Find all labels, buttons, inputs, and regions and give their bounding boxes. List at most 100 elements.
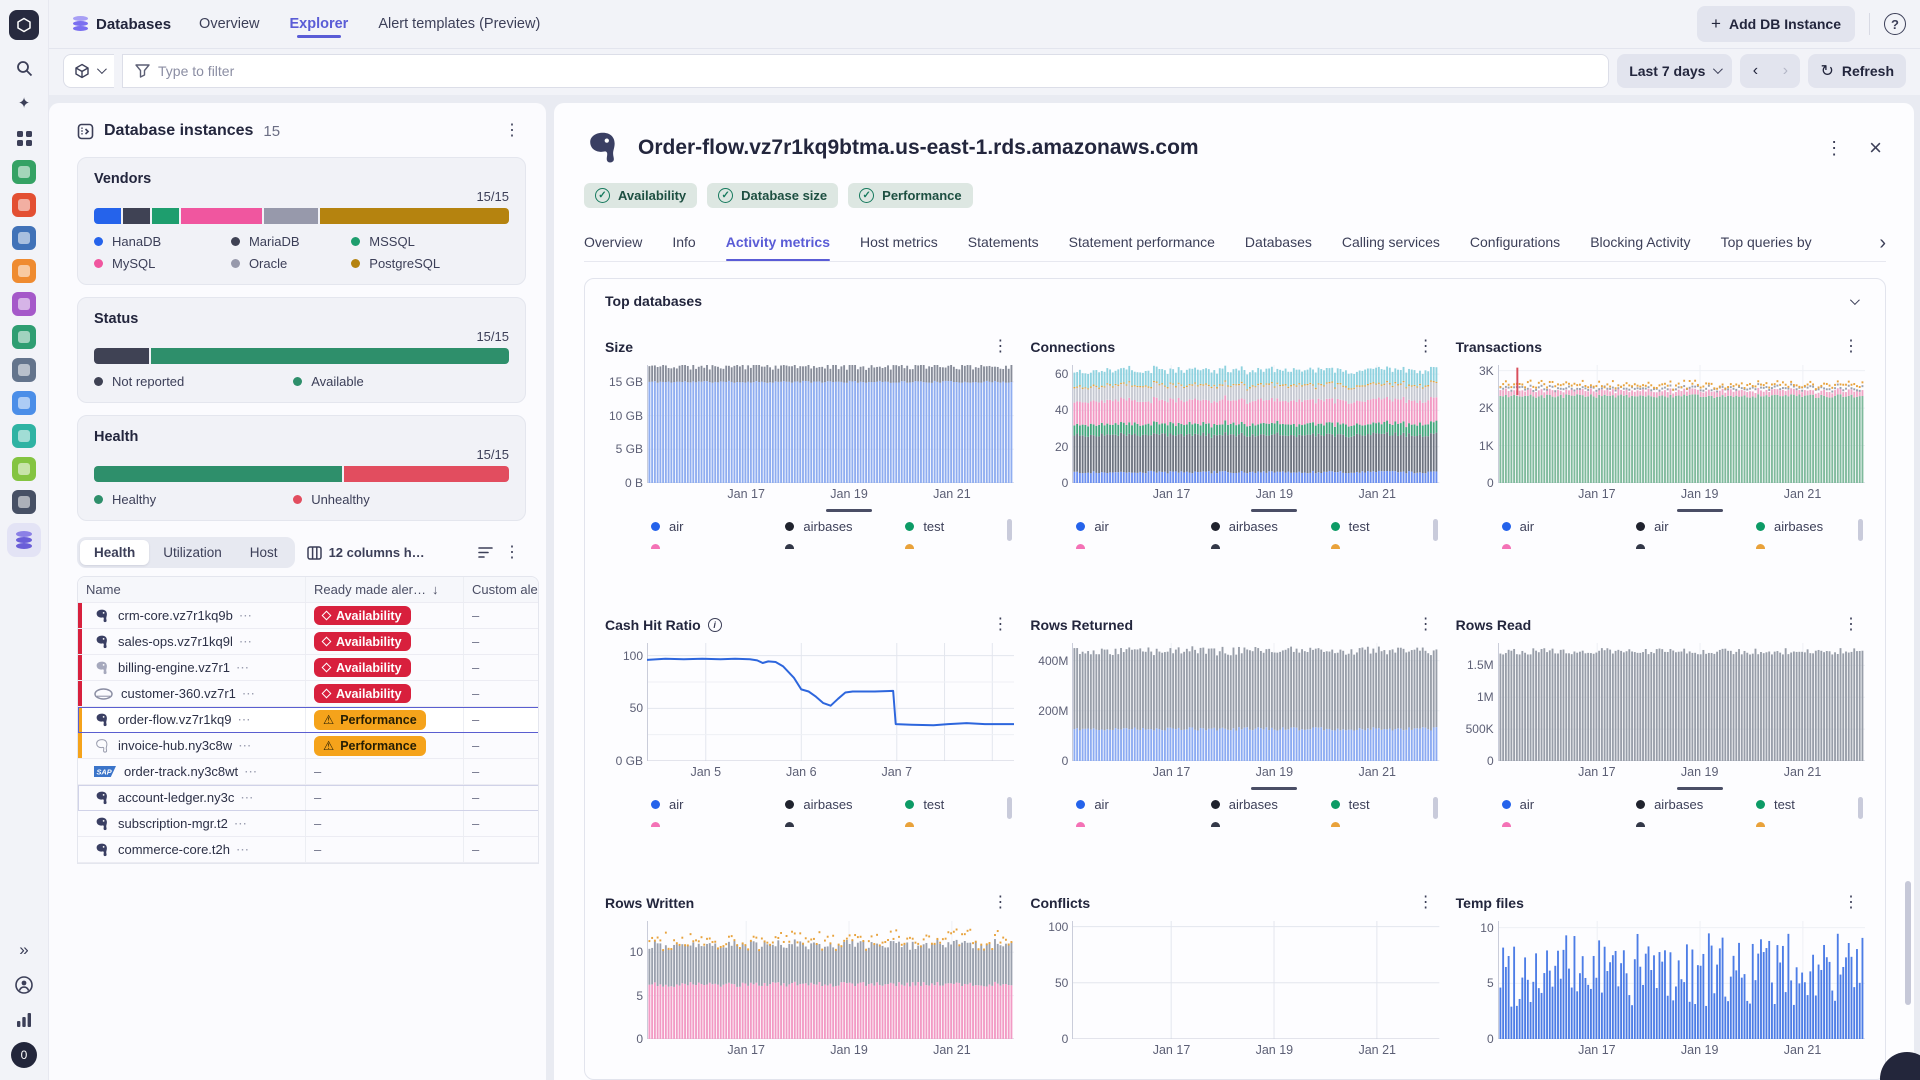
legend-scrollbar[interactable] [1433, 519, 1438, 541]
legend-item-test[interactable]: test [1756, 797, 1865, 812]
rail-app-databases-active[interactable] [7, 523, 41, 557]
app-icon-5[interactable] [12, 292, 36, 316]
drawer-tab-databases[interactable]: Databases [1245, 226, 1312, 261]
account-icon[interactable] [11, 972, 37, 998]
legend-item-clipped[interactable] [785, 544, 905, 549]
app-icon-8[interactable] [12, 391, 36, 415]
legend-item-test[interactable]: test [905, 519, 1014, 534]
plot-canvas[interactable] [1498, 643, 1865, 761]
legend-item-test[interactable]: test [1331, 797, 1440, 812]
legend-scrollbar[interactable] [1007, 797, 1012, 819]
drawer-tab-info[interactable]: Info [672, 226, 695, 261]
legend-scrollbar[interactable] [1858, 797, 1863, 819]
table-tab-host[interactable]: Host [236, 540, 292, 565]
app-icon-4[interactable] [12, 259, 36, 283]
row-actions-menu[interactable]: ⋯ [238, 738, 252, 754]
chart-kebab-menu[interactable]: ⋮ [986, 615, 1014, 635]
legend-item-clipped[interactable] [1331, 544, 1440, 549]
legend-item-clipped[interactable] [1756, 544, 1865, 549]
legend-scrollbar[interactable] [1007, 519, 1012, 541]
column-header-name[interactable]: Name [78, 577, 306, 602]
chart-kebab-menu[interactable]: ⋮ [1412, 337, 1440, 357]
panel-kebab-menu[interactable]: ⋮ [498, 121, 526, 141]
legend-item-clipped[interactable] [1756, 822, 1865, 827]
drawer-tab-host-metrics[interactable]: Host metrics [860, 226, 938, 261]
table-row[interactable]: customer-360.vz7r1⋯Availability– [78, 681, 539, 707]
plot-scroll-indicator[interactable] [1251, 787, 1297, 790]
search-icon[interactable] [11, 55, 37, 81]
plot-canvas[interactable] [647, 921, 1014, 1039]
legend-item-air[interactable]: air [1636, 519, 1756, 534]
app-icon-7[interactable] [12, 358, 36, 382]
row-actions-menu[interactable]: ⋯ [239, 634, 253, 650]
row-actions-menu[interactable]: ⋯ [239, 608, 253, 624]
app-icon-3[interactable] [12, 226, 36, 250]
table-row[interactable]: billing-engine.vz7r1⋯Availability– [78, 655, 539, 681]
app-icon-9[interactable] [12, 424, 36, 448]
legend-item-clipped[interactable] [1502, 822, 1636, 827]
close-icon[interactable]: × [1865, 135, 1886, 161]
brand[interactable]: Databases [73, 16, 171, 33]
app-icon-10[interactable] [12, 457, 36, 481]
filter-input[interactable] [158, 63, 1596, 79]
table-row[interactable]: account-ledger.ny3c⋯–– [78, 785, 539, 811]
row-actions-menu[interactable]: ⋯ [237, 712, 251, 728]
nav-tab-alert-templates-preview-[interactable]: Alert templates (Preview) [376, 2, 542, 46]
chart-kebab-menu[interactable]: ⋮ [1837, 893, 1865, 913]
table-row[interactable]: order-flow.vz7r1kq9⋯⚠Performance– [78, 707, 539, 733]
info-icon[interactable]: i [708, 618, 722, 632]
drawer-kebab-menu[interactable]: ⋮ [1819, 137, 1849, 159]
table-row[interactable]: sales-ops.vz7r1kq9l⋯Availability– [78, 629, 539, 655]
plot-canvas[interactable] [1498, 921, 1865, 1039]
plot-canvas[interactable] [1498, 365, 1865, 483]
table-kebab-menu[interactable]: ⋮ [498, 543, 526, 563]
legend-item-clipped[interactable] [1636, 544, 1756, 549]
drawer-tab-top-queries-by[interactable]: Top queries by [1721, 226, 1812, 261]
legend-item-airbases[interactable]: airbases [785, 519, 905, 534]
legend-item-air[interactable]: air [1076, 519, 1210, 534]
legend-item-air[interactable]: air [651, 797, 785, 812]
legend-item-airbases[interactable]: airbases [1211, 797, 1331, 812]
legend-item-clipped[interactable] [1502, 544, 1636, 549]
legend-item-clipped[interactable] [1076, 822, 1210, 827]
sparkles-icon[interactable]: ✦ [11, 90, 37, 116]
app-icon-2[interactable] [12, 193, 36, 217]
sort-lines-icon[interactable] [478, 546, 494, 559]
apps-grid-icon[interactable] [11, 125, 37, 151]
notification-count-badge[interactable]: 0 [11, 1042, 37, 1068]
row-actions-menu[interactable]: ⋯ [244, 764, 258, 780]
legend-item-clipped[interactable] [905, 544, 1014, 549]
time-forward-button[interactable]: › [1770, 54, 1800, 88]
app-icon-1[interactable] [12, 160, 36, 184]
table-row[interactable]: subscription-mgr.t2⋯–– [78, 811, 539, 837]
legend-item-airbases[interactable]: airbases [1636, 797, 1756, 812]
category-badge-performance[interactable]: ✓Performance [848, 183, 972, 208]
scope-selector[interactable] [63, 54, 114, 88]
drawer-scrollbar[interactable] [1905, 881, 1911, 1005]
chart-kebab-menu[interactable]: ⋮ [986, 337, 1014, 357]
legend-item-test[interactable]: test [1331, 519, 1440, 534]
legend-item-clipped[interactable] [1211, 822, 1331, 827]
help-icon[interactable]: ? [1884, 13, 1906, 35]
table-tab-health[interactable]: Health [80, 540, 149, 565]
plot-scroll-indicator[interactable] [1251, 509, 1297, 512]
drawer-tab-overview[interactable]: Overview [584, 226, 642, 261]
table-row[interactable]: SAPorder-track.ny3c8wt⋯–– [78, 759, 539, 785]
legend-item-air[interactable]: air [1076, 797, 1210, 812]
legend-item-clipped[interactable] [1331, 822, 1440, 827]
plot-scroll-indicator[interactable] [1677, 787, 1723, 790]
plot-canvas[interactable] [647, 365, 1014, 483]
legend-item-airbases[interactable]: airbases [1211, 519, 1331, 534]
columns-selector[interactable]: 12 columns h… [307, 545, 425, 560]
app-icon-11[interactable] [12, 490, 36, 514]
column-header-custom-alerts[interactable]: Custom alerts [464, 577, 539, 602]
usage-chart-icon[interactable] [11, 1007, 37, 1033]
legend-item-test[interactable]: test [905, 797, 1014, 812]
chart-kebab-menu[interactable]: ⋮ [1837, 615, 1865, 635]
drawer-tab-activity-metrics[interactable]: Activity metrics [726, 226, 830, 261]
legend-scrollbar[interactable] [1858, 519, 1863, 541]
nav-tab-overview[interactable]: Overview [197, 2, 261, 46]
column-header-ready-made-alerts[interactable]: Ready made aler…↓ [306, 577, 464, 602]
row-actions-menu[interactable]: ⋯ [234, 816, 248, 832]
drawer-tab-calling-services[interactable]: Calling services [1342, 226, 1440, 261]
